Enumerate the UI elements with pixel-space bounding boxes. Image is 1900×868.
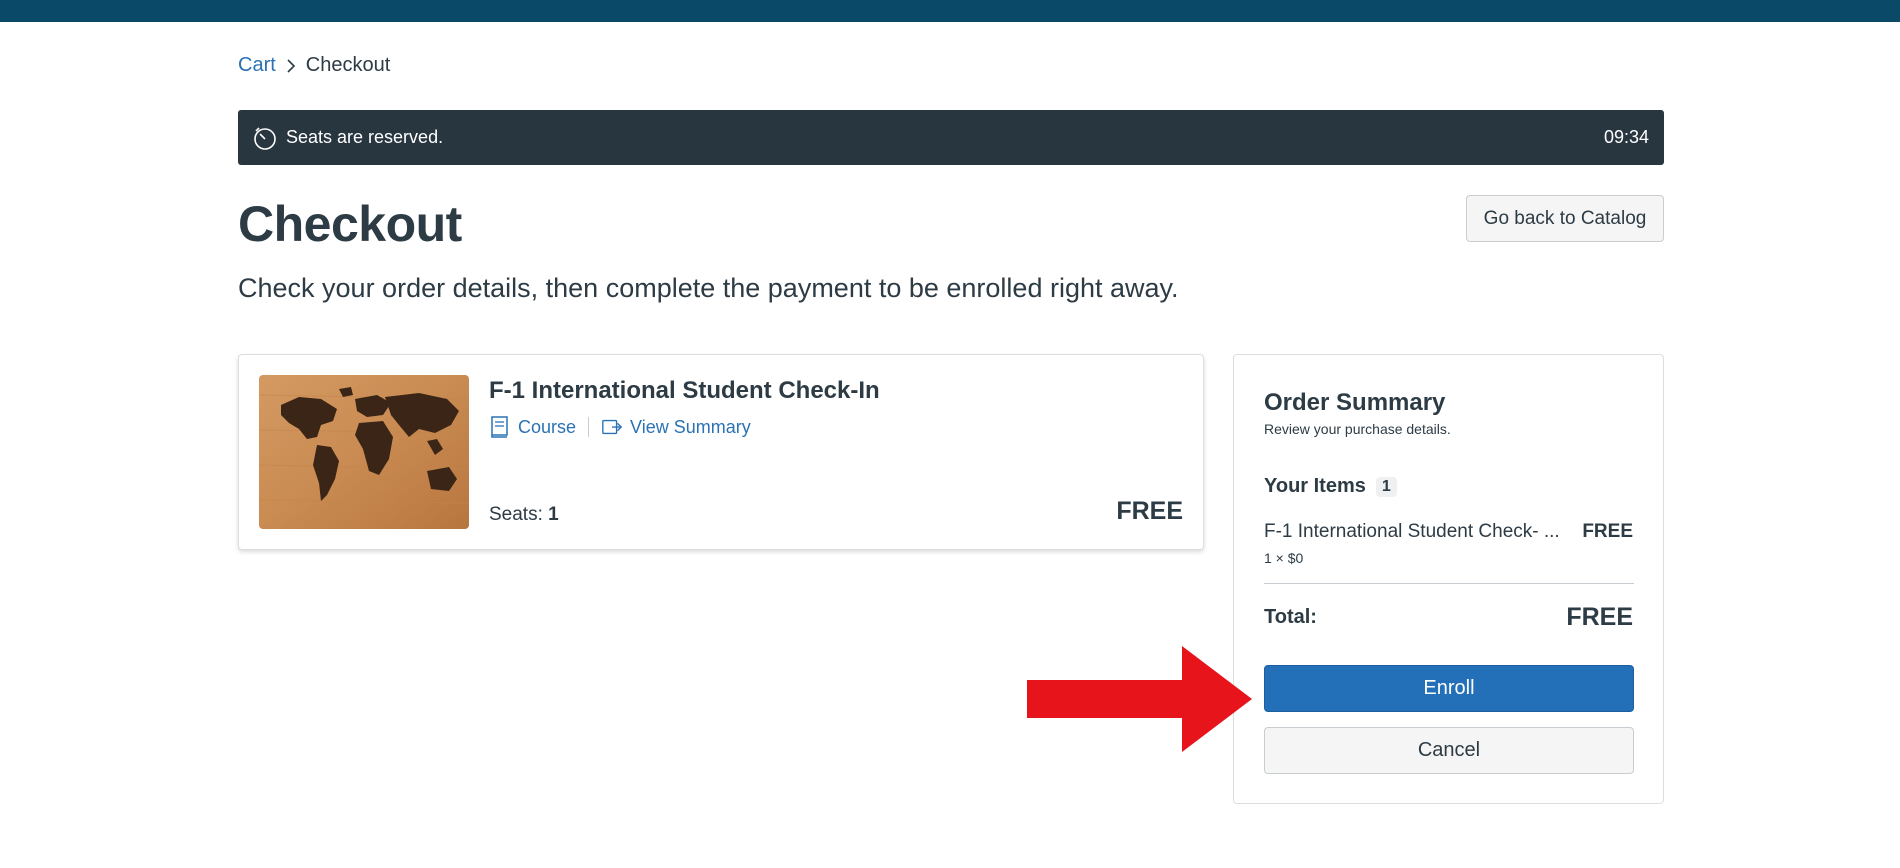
summary-line-item-name: F-1 International Student Check- ... [1264, 521, 1560, 542]
external-summary-icon [601, 415, 623, 439]
order-summary-subtitle: Review your purchase details. [1264, 421, 1451, 437]
reservation-message: Seats are reserved. [286, 127, 444, 147]
course-type-label: Course [518, 416, 577, 437]
book-icon [489, 415, 511, 439]
your-items-heading: Your Items 1 [1264, 475, 1397, 498]
cart-item-card: F-1 International Student Check-In Cours… [238, 354, 1204, 550]
order-summary-panel: Order Summary Review your purchase detai… [1233, 354, 1664, 804]
page-title: Checkout [238, 196, 462, 252]
breadcrumb-cart-link[interactable]: Cart [238, 54, 276, 77]
total-value: FREE [1566, 603, 1633, 631]
page-subtitle: Check your order details, then complete … [238, 273, 1179, 303]
chevron-right-icon [286, 58, 296, 74]
course-title: F-1 International Student Check-In [489, 377, 880, 404]
seats-value: 1 [548, 504, 559, 525]
enroll-button[interactable]: Enroll [1264, 665, 1634, 712]
seats-count: Seats: 1 [489, 504, 559, 526]
cancel-button[interactable]: Cancel [1264, 727, 1634, 774]
reservation-countdown: 09:34 [1603, 127, 1649, 147]
top-navigation-bar [0, 0, 1900, 22]
breadcrumb: Cart Checkout [238, 54, 390, 77]
breadcrumb-current: Checkout [305, 54, 391, 76]
course-thumbnail-image [259, 375, 469, 529]
total-label: Total: [1264, 606, 1317, 628]
go-back-to-catalog-button[interactable]: Go back to Catalog [1466, 195, 1664, 242]
items-count-badge: 1 [1375, 476, 1397, 497]
stopwatch-icon [252, 125, 278, 151]
course-meta: Course View Summary [489, 415, 751, 439]
seats-label: Seats: [489, 504, 543, 525]
summary-divider [1264, 583, 1634, 584]
view-summary-link[interactable]: View Summary [630, 417, 751, 438]
meta-divider [588, 417, 590, 437]
summary-line-item-price: FREE [1582, 521, 1633, 542]
reservation-timer-bar: Seats are reserved. 09:34 [238, 110, 1664, 165]
annotation-arrow-icon [1027, 646, 1252, 752]
item-price: FREE [1116, 497, 1183, 525]
order-summary-title: Order Summary [1264, 389, 1446, 416]
your-items-label: Your Items [1264, 475, 1366, 497]
summary-line-item-quantity: 1 × $0 [1264, 550, 1304, 566]
